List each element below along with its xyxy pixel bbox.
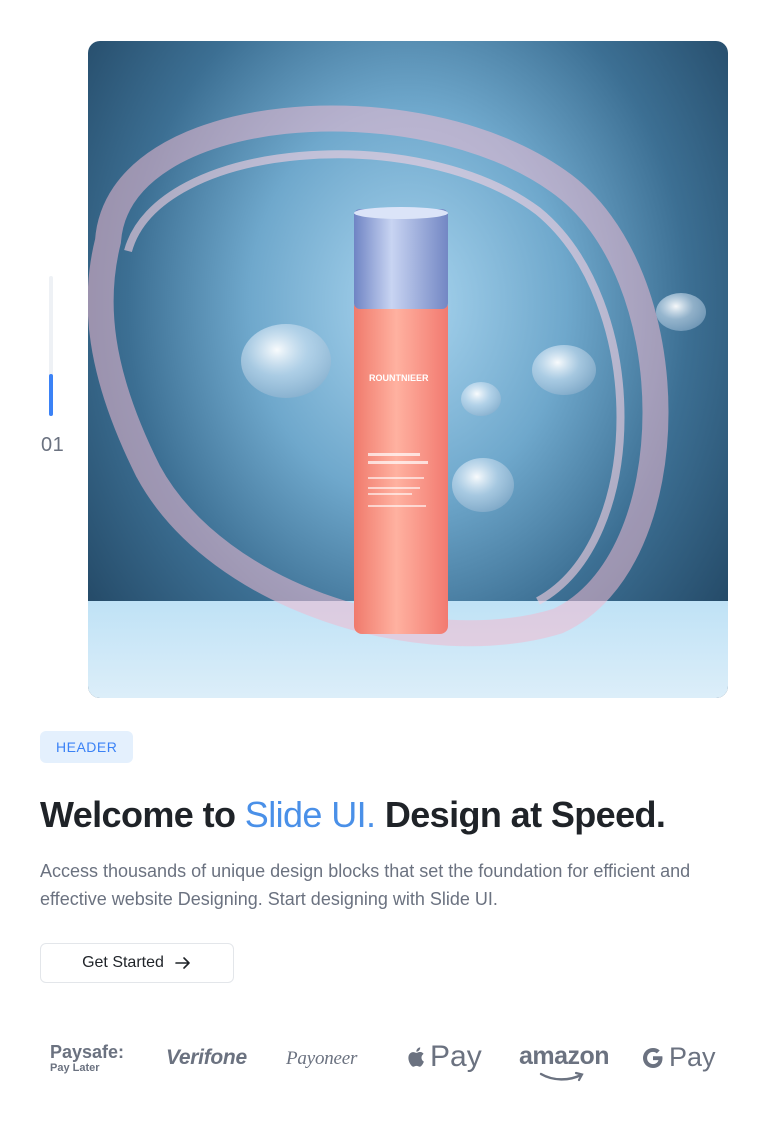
slide-number: 01	[41, 434, 65, 456]
partner-logos: Paysafe: Pay Later Verifone Payoneer Pay…	[0, 1030, 768, 1090]
slider-progress-track	[49, 276, 53, 416]
payoneer-logo: Payoneer	[286, 1048, 358, 1069]
get-started-label: Get Started	[82, 954, 164, 971]
google-pay-logo: Pay	[641, 1042, 716, 1073]
product-illustration: ROUNTNIEER	[88, 105, 728, 698]
paysafe-logo: Paysafe: Pay Later	[50, 1042, 124, 1074]
hero-description: Access thousands of unique design blocks…	[40, 861, 691, 909]
hero-image: ROUNTNIEER	[88, 41, 728, 698]
paysafe-logo-subtext: Pay Later	[50, 1062, 100, 1074]
apple-pay-text: Pay	[430, 1040, 482, 1073]
get-started-button[interactable]: Get Started	[40, 943, 234, 983]
slider-progress-fill	[49, 374, 53, 416]
google-g-icon	[643, 1047, 663, 1068]
title-part-2: Design at Speed.	[375, 794, 666, 835]
title-part-1: Welcome to	[40, 794, 245, 835]
arrow-right-icon	[174, 954, 192, 972]
google-pay-text: Pay	[669, 1042, 716, 1072]
amazon-logo: amazon	[519, 1042, 610, 1082]
page-title: Welcome to Slide UI. Design at Speed.	[40, 794, 666, 836]
header-badge: HEADER	[40, 731, 134, 763]
paysafe-logo-text: Paysafe:	[50, 1042, 125, 1062]
apple-icon	[408, 1047, 424, 1067]
apple-pay-logo: Pay	[406, 1040, 482, 1074]
amazon-logo-text: amazon	[519, 1042, 610, 1070]
title-accent: Slide UI.	[244, 794, 376, 835]
verifone-logo: Verifone	[166, 1046, 247, 1069]
product-brand-text: ROUNTNIEER	[369, 373, 429, 383]
amazon-smile-icon	[539, 1071, 584, 1082]
